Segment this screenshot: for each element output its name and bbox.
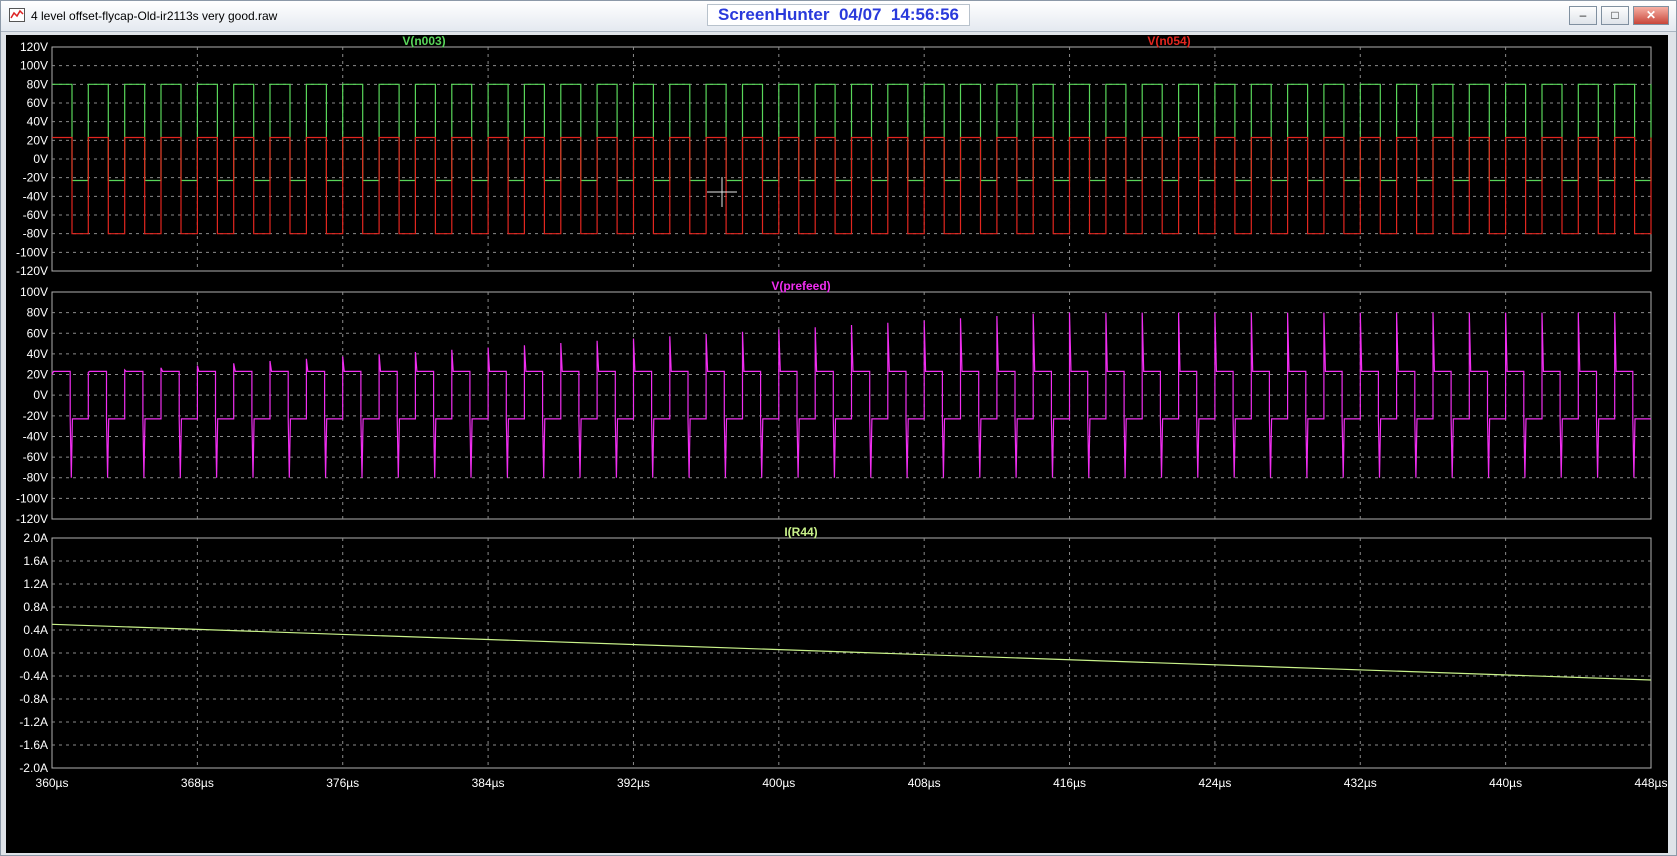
y-tick-label: 1.6A bbox=[23, 554, 48, 568]
y-tick-label: 60V bbox=[27, 96, 48, 110]
x-tick-label: 360µs bbox=[36, 776, 69, 790]
y-tick-label: 100V bbox=[20, 59, 48, 73]
y-tick-label: -2.0A bbox=[19, 761, 48, 775]
y-tick-label: -40V bbox=[23, 189, 48, 203]
y-tick-label: 120V bbox=[20, 40, 48, 54]
screenhunter-overlay: ScreenHunter 04/07 14:56:56 bbox=[707, 4, 970, 26]
waveform-plot[interactable]: 120V 100V 80V 60V 40V 20V 0V -20V -40V -60V -80V -1… bbox=[6, 35, 1668, 853]
y-tick-label: -20V bbox=[23, 409, 48, 423]
legend-label: V(n003) bbox=[402, 35, 445, 48]
waveform-app-icon bbox=[9, 8, 25, 22]
legend-label: I(R44) bbox=[784, 525, 817, 539]
maximize-button[interactable]: □ bbox=[1601, 6, 1629, 25]
x-tick-label: 416µs bbox=[1053, 776, 1086, 790]
y-tick-label: -60V bbox=[23, 450, 48, 464]
y-tick-label: 20V bbox=[27, 133, 48, 147]
x-tick-label: 384µs bbox=[472, 776, 505, 790]
title-bar[interactable]: 4 level offset-flycap-Old-ir2113s very g… bbox=[1, 1, 1676, 32]
y-tick-label: -20V bbox=[23, 171, 48, 185]
y-tick-label: -120V bbox=[16, 264, 48, 278]
x-tick-label: 368µs bbox=[181, 776, 214, 790]
y-tick-label: 0.0A bbox=[23, 646, 48, 660]
y-tick-label: 2.0A bbox=[23, 531, 48, 545]
y-tick-label: 0.4A bbox=[23, 623, 48, 637]
y-tick-label: -1.2A bbox=[19, 715, 48, 729]
y-tick-label: -80V bbox=[23, 471, 48, 485]
y-tick-label: 100V bbox=[20, 285, 48, 299]
y-tick-label: -0.8A bbox=[19, 692, 48, 706]
window-title: 4 level offset-flycap-Old-ir2113s very g… bbox=[31, 9, 278, 23]
x-tick-label: 408µs bbox=[908, 776, 941, 790]
y-tick-label: -1.6A bbox=[19, 738, 48, 752]
y-tick-label: 1.2A bbox=[23, 577, 48, 591]
x-tick-label: 376µs bbox=[326, 776, 359, 790]
plot-area[interactable]: 120V 100V 80V 60V 40V 20V 0V -20V -40V -60V -80V -1… bbox=[6, 35, 1668, 853]
y-tick-label: -120V bbox=[16, 512, 48, 526]
y-tick-label: 40V bbox=[27, 115, 48, 129]
waveform-viewer-window: 4 level offset-flycap-Old-ir2113s very g… bbox=[0, 0, 1677, 856]
legend-label: V(prefeed) bbox=[771, 279, 830, 293]
x-tick-label: 400µs bbox=[762, 776, 795, 790]
y-tick-label: -40V bbox=[23, 429, 48, 443]
x-tick-label: 440µs bbox=[1489, 776, 1522, 790]
y-tick-label: -80V bbox=[23, 227, 48, 241]
y-tick-label: 60V bbox=[27, 326, 48, 340]
x-tick-label: 392µs bbox=[617, 776, 650, 790]
minimize-button[interactable]: – bbox=[1569, 6, 1597, 25]
y-tick-label: -60V bbox=[23, 208, 48, 222]
x-tick-label: 432µs bbox=[1344, 776, 1377, 790]
y-tick-label: 0.8A bbox=[23, 600, 48, 614]
legend-label: V(n054) bbox=[1147, 35, 1190, 48]
y-tick-label: -100V bbox=[16, 491, 48, 505]
x-tick-label: 448µs bbox=[1635, 776, 1668, 790]
y-tick-label: 80V bbox=[27, 306, 48, 320]
close-button[interactable]: ✕ bbox=[1633, 6, 1669, 25]
y-tick-label: 20V bbox=[27, 368, 48, 382]
y-tick-label: 0V bbox=[33, 388, 48, 402]
y-tick-label: 0V bbox=[33, 152, 48, 166]
y-tick-label: -0.4A bbox=[19, 669, 48, 683]
x-tick-label: 424µs bbox=[1198, 776, 1231, 790]
y-tick-label: -100V bbox=[16, 245, 48, 259]
y-tick-label: 80V bbox=[27, 77, 48, 91]
y-tick-label: 40V bbox=[27, 347, 48, 361]
